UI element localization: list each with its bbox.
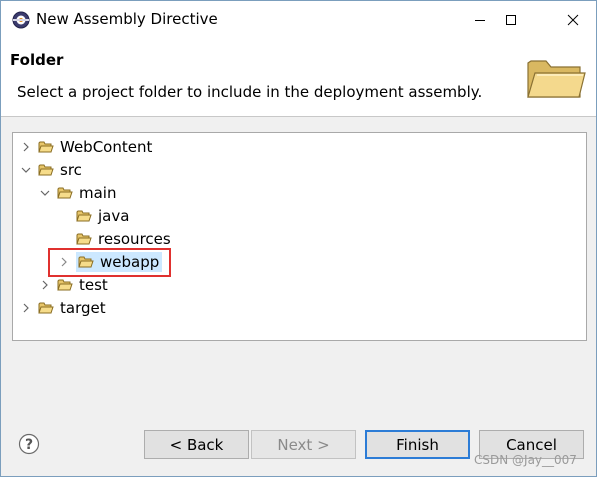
maximize-button[interactable]	[488, 1, 534, 39]
chevron-down-icon[interactable]	[39, 187, 51, 199]
tree-item-target[interactable]: target	[20, 297, 109, 319]
tree-item-label: resources	[98, 230, 171, 248]
tree-item-test[interactable]: test	[39, 274, 111, 296]
folder-banner-icon	[527, 60, 586, 98]
dialog-window: New Assembly Directive Folder Select a p…	[0, 0, 597, 477]
folder-icon	[57, 279, 73, 291]
page-description: Select a project folder to include in th…	[17, 83, 483, 101]
eclipse-app-icon	[12, 11, 30, 29]
tree-item-java[interactable]: java	[58, 205, 132, 227]
page-title: Folder	[10, 51, 64, 69]
tree-item-main[interactable]: main	[39, 182, 119, 204]
tree-item-src[interactable]: src	[20, 159, 85, 181]
folder-icon	[38, 141, 54, 153]
annotation-highlight-box	[48, 248, 171, 277]
maximize-icon	[506, 15, 516, 25]
folder-icon	[38, 302, 54, 314]
window-title: New Assembly Directive	[36, 10, 218, 28]
folder-open-icon	[38, 164, 54, 176]
svg-text:?: ?	[25, 437, 33, 453]
tree-item-label: main	[79, 184, 117, 202]
finish-button[interactable]: Finish	[365, 430, 470, 459]
tree-item-webcontent[interactable]: WebContent	[20, 136, 155, 158]
wizard-banner: Folder Select a project folder to includ…	[1, 39, 596, 117]
tree-item-label: test	[79, 276, 108, 294]
chevron-right-icon[interactable]	[39, 279, 51, 291]
minimize-icon	[475, 20, 485, 21]
back-button[interactable]: < Back	[144, 430, 249, 459]
folder-tree[interactable]: WebContent src main java resources webap…	[12, 132, 587, 341]
tree-item-label: WebContent	[60, 138, 153, 156]
next-button[interactable]: Next >	[251, 430, 356, 459]
chevron-down-icon[interactable]	[20, 164, 32, 176]
close-icon	[567, 14, 579, 26]
folder-icon	[76, 210, 92, 222]
folder-icon	[76, 233, 92, 245]
tree-item-resources[interactable]: resources	[58, 228, 174, 250]
title-bar[interactable]: New Assembly Directive	[1, 1, 596, 39]
tree-item-label: target	[60, 299, 106, 317]
close-button[interactable]	[550, 1, 596, 39]
tree-item-label: src	[60, 161, 82, 179]
chevron-right-icon[interactable]	[20, 302, 32, 314]
folder-open-icon	[57, 187, 73, 199]
chevron-right-icon[interactable]	[20, 141, 32, 153]
tree-item-label: java	[98, 207, 130, 225]
watermark-text: CSDN @Jay__007	[474, 453, 577, 467]
help-icon[interactable]: ?	[18, 433, 40, 455]
